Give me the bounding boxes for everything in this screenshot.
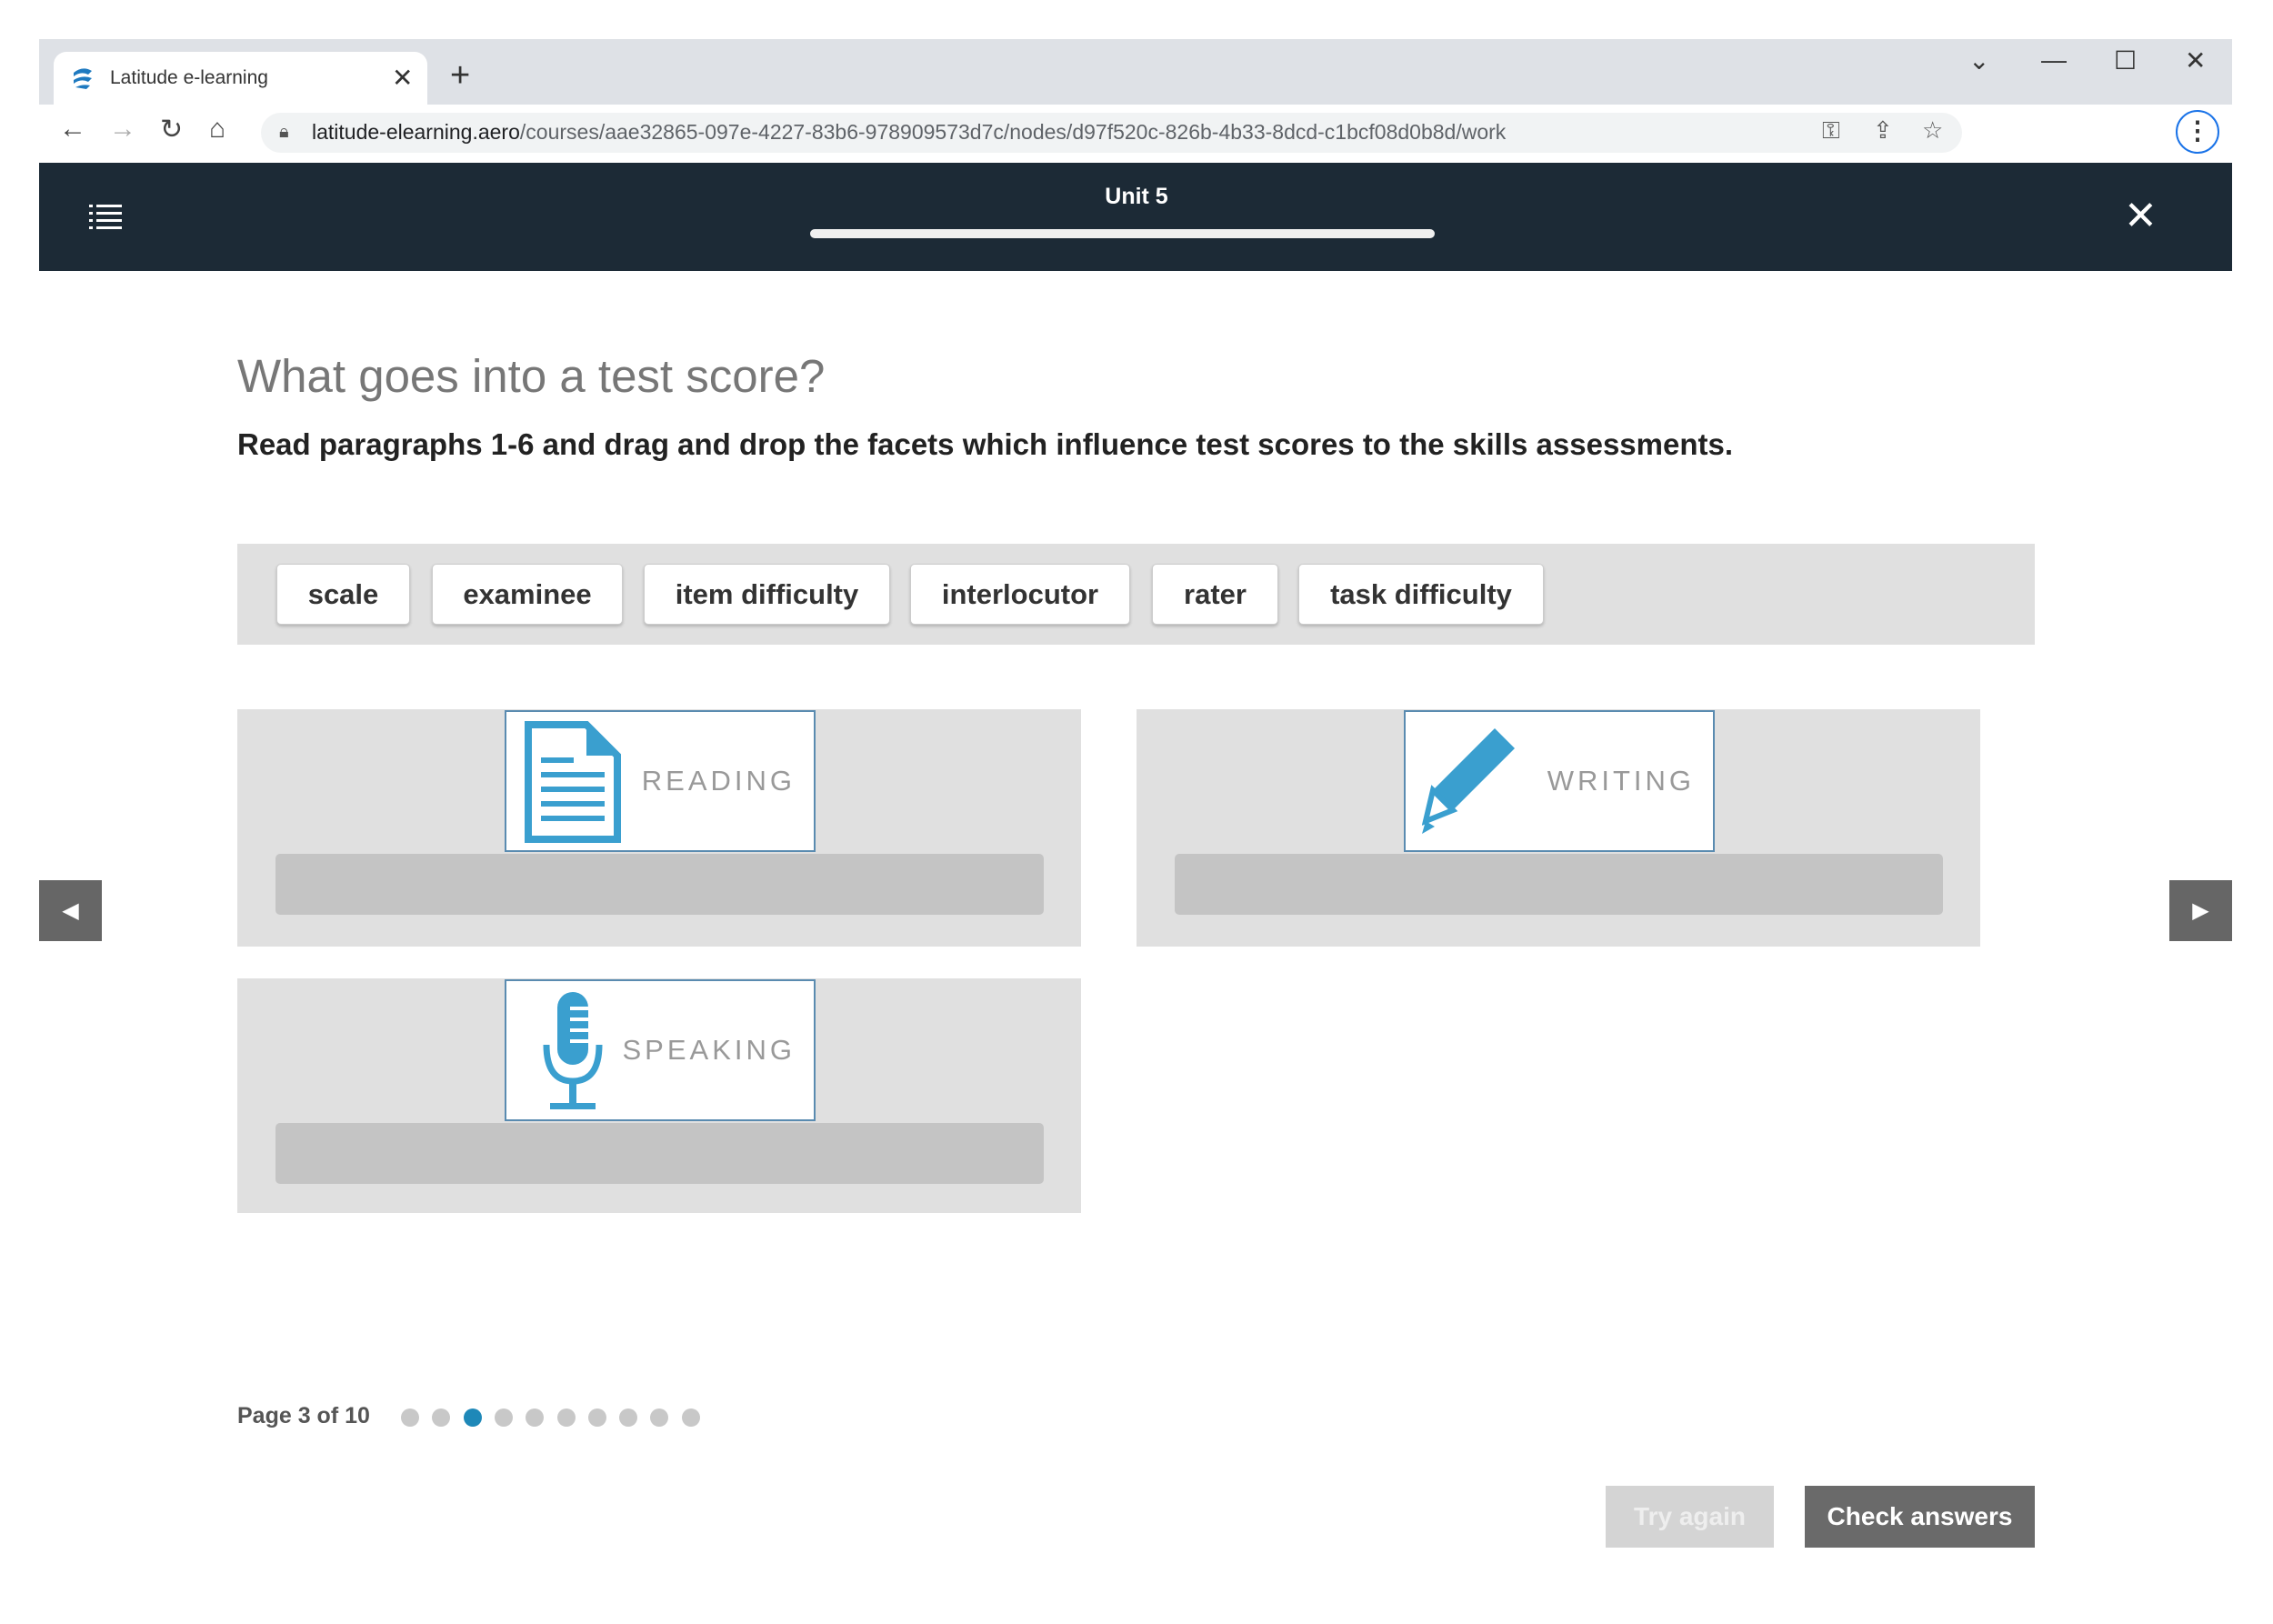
chip-bank: scale examinee item difficulty interlocu… xyxy=(237,544,2035,645)
speaking-label-box: SPEAKING xyxy=(505,979,816,1121)
microphone-icon xyxy=(543,992,603,1109)
previous-page-button[interactable]: ◀ xyxy=(39,880,102,941)
chip-task-difficulty[interactable]: task difficulty xyxy=(1298,564,1544,625)
reading-label-box: READING xyxy=(505,710,816,852)
tab-search-chevron-icon[interactable]: ⌄ xyxy=(1968,45,1989,75)
zone-label: SPEAKING xyxy=(622,1034,796,1066)
tab-title: Latitude e-learning xyxy=(110,67,268,88)
zone-label: READING xyxy=(641,765,796,797)
course-header xyxy=(39,163,2232,271)
chip-rater[interactable]: rater xyxy=(1152,564,1278,625)
key-icon[interactable]: ⚿ xyxy=(1822,116,1840,145)
pencil-icon xyxy=(1422,728,1515,834)
page-dot-2[interactable] xyxy=(432,1408,451,1427)
forward-icon[interactable]: → xyxy=(109,114,136,145)
favicon-icon xyxy=(74,68,92,89)
page-indicator: Page 3 of 10 xyxy=(237,1403,370,1429)
document-icon xyxy=(525,721,621,843)
page-dot-4[interactable] xyxy=(494,1408,513,1427)
star-icon[interactable]: ☆ xyxy=(1922,116,1943,145)
drop-target-speaking[interactable] xyxy=(275,1123,1044,1184)
drop-target-reading[interactable] xyxy=(275,854,1044,915)
page-dot-6[interactable] xyxy=(556,1408,576,1427)
page-dot-8[interactable] xyxy=(619,1408,638,1427)
drop-target-writing[interactable] xyxy=(1175,854,1943,915)
drop-zone-speaking: SPEAKING xyxy=(237,978,1081,1213)
tab-close-icon[interactable]: ✕ xyxy=(392,63,413,93)
chip-item-difficulty[interactable]: item difficulty xyxy=(644,564,890,625)
page-dot-7[interactable] xyxy=(587,1408,606,1427)
chip-scale[interactable]: scale xyxy=(276,564,410,625)
instructions: Read paragraphs 1-6 and drag and drop th… xyxy=(237,427,1734,461)
zone-label: WRITING xyxy=(1547,765,1695,797)
maximize-icon[interactable]: ☐ xyxy=(2114,45,2137,75)
drop-zone-reading: READING xyxy=(237,709,1081,947)
page-dot-10[interactable] xyxy=(681,1408,700,1427)
unit-title: Unit 5 xyxy=(1105,184,1168,209)
writing-label-box: WRITING xyxy=(1404,710,1715,852)
window-close-icon[interactable]: ✕ xyxy=(2185,45,2206,75)
try-again-button[interactable]: Try again xyxy=(1606,1486,1774,1548)
next-page-button[interactable]: ▶ xyxy=(2169,880,2232,941)
page-dot-5[interactable] xyxy=(526,1408,545,1427)
close-course-icon[interactable]: ✕ xyxy=(2124,193,2158,239)
browser-tab[interactable]: Latitude e-learning ✕ xyxy=(54,52,427,105)
lock-icon[interactable]: 🔒︎ xyxy=(279,122,289,143)
back-icon[interactable]: ← xyxy=(59,114,86,145)
home-icon[interactable]: ⌂ xyxy=(209,114,225,145)
page-dot-3[interactable] xyxy=(463,1408,482,1427)
share-icon[interactable]: ⇪ xyxy=(1873,116,1893,145)
check-answers-button[interactable]: Check answers xyxy=(1805,1486,2035,1548)
url-text[interactable]: latitude-elearning.aero/courses/aae32865… xyxy=(312,120,1506,145)
minimize-icon[interactable]: — xyxy=(2041,45,2067,75)
new-tab-icon[interactable]: + xyxy=(450,56,470,95)
page-dot-1[interactable] xyxy=(401,1408,419,1427)
chip-examinee[interactable]: examinee xyxy=(432,564,623,625)
chip-interlocutor[interactable]: interlocutor xyxy=(910,564,1130,625)
browser-menu-icon[interactable]: ⋮ xyxy=(2176,110,2219,154)
reload-icon[interactable]: ↻ xyxy=(160,114,183,145)
page-title: What goes into a test score? xyxy=(237,350,826,402)
unit-progress-bar xyxy=(810,229,1435,238)
drop-zone-writing: WRITING xyxy=(1136,709,1980,947)
page-dot-9[interactable] xyxy=(650,1408,669,1427)
